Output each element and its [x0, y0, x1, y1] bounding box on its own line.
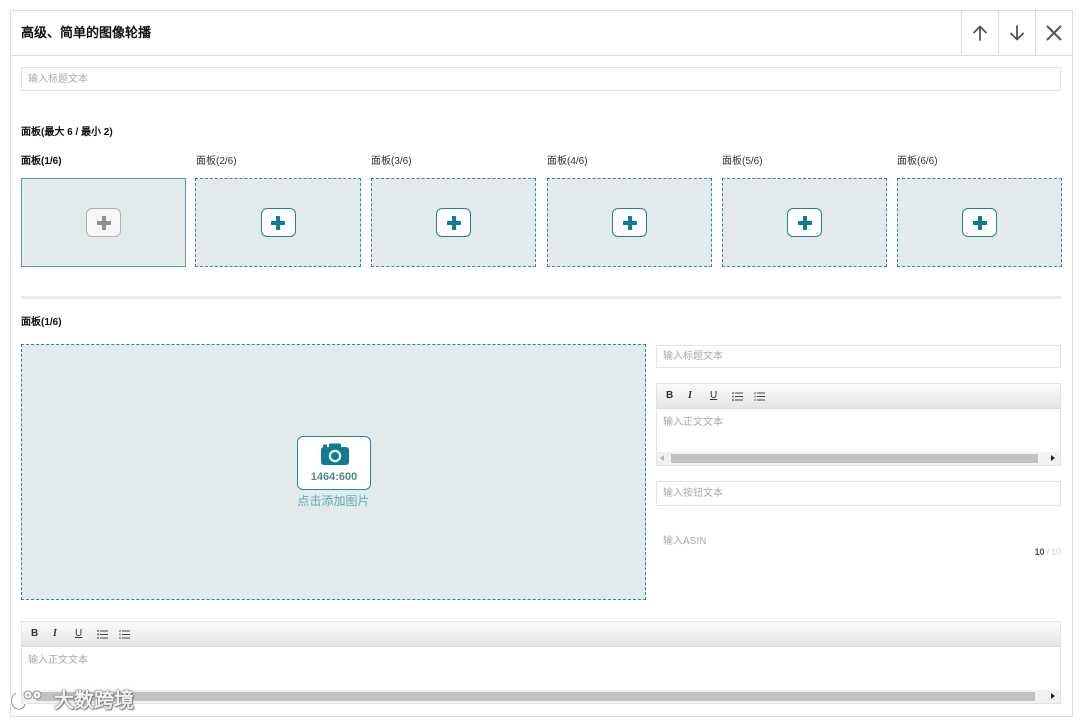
- asin-counter: 10/10: [1034, 547, 1061, 558]
- move-down-button[interactable]: [998, 11, 1035, 55]
- panel-tab-4[interactable]: 面板(4/6): [547, 156, 588, 168]
- panel-tab-2[interactable]: 面板(2/6): [196, 156, 237, 168]
- scroll-left-arrow-icon[interactable]: [660, 455, 664, 461]
- bulleted-list-icon: [732, 391, 743, 401]
- panels-section-label: 面板(最大 6 / 最小 2): [21, 127, 113, 138]
- panel-thumbnail-2[interactable]: [195, 178, 361, 267]
- bulleted-list-button[interactable]: [732, 389, 754, 403]
- scroll-right-arrow-icon[interactable]: [1051, 455, 1055, 461]
- scrollbar-thumb[interactable]: [671, 454, 1038, 463]
- bulleted-list-icon: [97, 629, 108, 639]
- plus-icon: [446, 215, 461, 230]
- panel-thumbnail-1[interactable]: [21, 178, 186, 267]
- close-icon: [1046, 25, 1062, 41]
- panel-tab-6[interactable]: 面板(6/6): [897, 156, 938, 168]
- active-panel-label: 面板(1/6): [21, 317, 62, 328]
- add-image-button[interactable]: 1464:600: [297, 436, 371, 490]
- section-divider: [21, 296, 1061, 299]
- remove-module-button[interactable]: [1035, 11, 1072, 55]
- scroll-right-arrow-icon[interactable]: [1051, 693, 1055, 699]
- horizontal-scrollbar[interactable]: [22, 690, 1060, 703]
- move-up-button[interactable]: [961, 11, 998, 55]
- panel-thumbnail-3[interactable]: [371, 178, 536, 267]
- asin-counter-current: 10: [1034, 547, 1045, 557]
- panel-headline-input[interactable]: [656, 345, 1061, 368]
- numbered-list-button[interactable]: [119, 627, 141, 641]
- numbered-list-icon: [119, 629, 130, 639]
- asin-counter-max: 10: [1050, 547, 1061, 557]
- plus-icon: [96, 215, 111, 230]
- arrow-down-icon: [1010, 25, 1024, 41]
- plus-icon: [972, 215, 987, 230]
- image-upload-area[interactable]: 1464:600 点击添加图片: [21, 344, 646, 600]
- add-panel-button[interactable]: [787, 208, 822, 237]
- bulleted-list-button[interactable]: [97, 627, 119, 641]
- add-image-hint[interactable]: 点击添加图片: [22, 494, 645, 508]
- panel-body-textarea[interactable]: [657, 409, 1060, 452]
- editor-toolbar: B I U: [22, 622, 1060, 647]
- panel-thumbnail-6[interactable]: [897, 178, 1062, 267]
- button-text-input[interactable]: [656, 481, 1061, 506]
- scrollbar-thumb[interactable]: [36, 692, 1035, 701]
- asin-input[interactable]: [656, 531, 1016, 551]
- horizontal-scrollbar[interactable]: [657, 452, 1060, 465]
- plus-icon: [271, 215, 285, 230]
- image-ratio-label: 1464:600: [310, 471, 358, 483]
- module-controls: [961, 11, 1072, 55]
- numbered-list-icon: [754, 391, 765, 401]
- arrow-up-icon: [973, 25, 987, 41]
- plus-icon: [622, 215, 637, 230]
- module-title: 高级、简单的图像轮播: [21, 25, 152, 40]
- numbered-list-button[interactable]: [754, 389, 776, 403]
- panel-thumbnail-5[interactable]: [722, 178, 887, 267]
- panel-tab-1[interactable]: 面板(1/6): [21, 156, 62, 168]
- asin-counter-separator: /: [1046, 547, 1049, 557]
- module-body-textarea[interactable]: [22, 647, 1060, 690]
- add-panel-button[interactable]: [612, 208, 647, 237]
- panel-thumbnail-4[interactable]: [547, 178, 712, 267]
- module-header: 高级、简单的图像轮播: [11, 11, 1072, 56]
- add-panel-button[interactable]: [86, 208, 121, 237]
- camera-icon: [321, 443, 349, 465]
- italic-button[interactable]: I: [688, 389, 710, 403]
- editor-toolbar: B I U: [657, 384, 1060, 409]
- panel-tab-3[interactable]: 面板(3/6): [371, 156, 412, 168]
- scroll-left-arrow-icon[interactable]: [25, 693, 29, 699]
- italic-button[interactable]: I: [53, 627, 75, 641]
- underline-button[interactable]: U: [710, 389, 732, 403]
- bold-button[interactable]: B: [31, 627, 53, 641]
- underline-button[interactable]: U: [75, 627, 97, 641]
- panel-tab-5[interactable]: 面板(5/6): [722, 156, 763, 168]
- module-headline-input[interactable]: [21, 67, 1061, 91]
- plus-icon: [797, 215, 812, 230]
- module-body-editor: B I U: [21, 621, 1061, 704]
- panel-body-editor: B I U: [656, 383, 1061, 466]
- bold-button[interactable]: B: [666, 389, 688, 403]
- add-panel-button[interactable]: [962, 208, 997, 237]
- add-panel-button[interactable]: [260, 208, 296, 237]
- add-panel-button[interactable]: [436, 208, 471, 237]
